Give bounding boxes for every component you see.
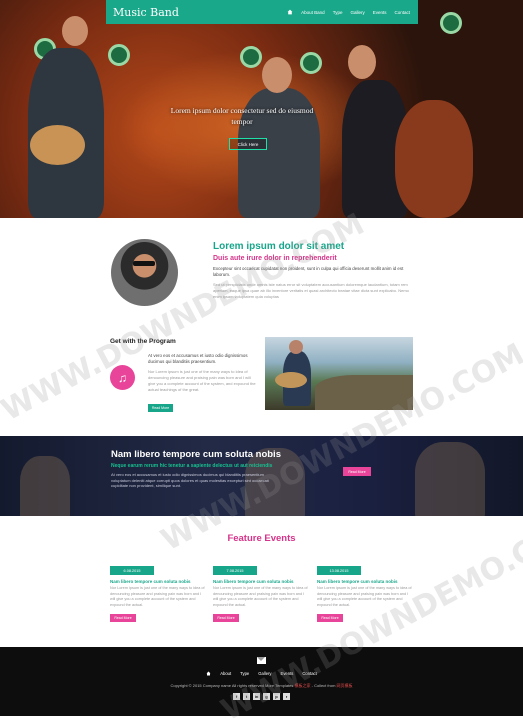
guitar [30, 125, 85, 165]
about-title: Lorem ipsum dolor sit amet [213, 241, 345, 252]
program-paragraph: At vero eos et accusamus et iusto odio d… [148, 353, 248, 364]
hero-banner: Music Band About Band Type Gallery Event… [0, 0, 523, 218]
event-date: 6.08.2015 [110, 566, 154, 575]
event-title[interactable]: Nam libero tempore cum soluta nobis [110, 579, 205, 584]
event-text: Nor Lorem ipsum is just one of the many … [213, 586, 308, 607]
google-plus-icon[interactable]: g [263, 693, 270, 700]
program-title: Get with the Program [110, 338, 176, 345]
event-read-more-button[interactable]: Read More [213, 614, 239, 622]
acoustic-guitar [275, 372, 307, 388]
music-note-icon: ♫ [110, 365, 135, 390]
rss-icon[interactable]: r [283, 693, 290, 700]
hero-click-button[interactable]: Click Here [229, 138, 267, 150]
home-icon[interactable] [206, 671, 211, 676]
event-card: 6.08.2015 Nam libero tempore cum soluta … [110, 566, 205, 622]
about-paragraph-secondary: Sed ut perspiciatis unde omnis iste natu… [213, 282, 409, 299]
band-figure [20, 456, 70, 516]
seated-guitarist-head [289, 340, 303, 354]
events-title: Feature Events [227, 533, 296, 544]
singer-head [262, 57, 292, 93]
band-figure [415, 442, 485, 516]
nav-links: About Band Type Gallery Events Contact [287, 9, 418, 15]
program-read-more-button[interactable]: Read More [148, 404, 173, 412]
sunglasses [133, 261, 155, 266]
mail-icon[interactable] [257, 657, 266, 664]
copyright-link[interactable]: 模板之家 [295, 683, 311, 688]
pinterest-icon[interactable]: p [273, 693, 280, 700]
twitter-icon[interactable]: t [243, 693, 250, 700]
copyright-text: Copyright © 2015 Company name All rights… [170, 683, 294, 688]
event-card: 7.08.2015 Nam libero tempore cum soluta … [213, 566, 308, 622]
stage-light [300, 52, 322, 74]
brand-logo[interactable]: Music Band [106, 6, 287, 19]
nav-link-contact[interactable]: Contact [394, 10, 410, 15]
footer-link-about[interactable]: About [220, 671, 231, 676]
event-date: 13.08.2015 [317, 566, 361, 575]
program-photo [265, 337, 413, 410]
home-icon[interactable] [287, 9, 293, 15]
nav-link-about[interactable]: About Band [301, 10, 325, 15]
linkedin-icon[interactable]: in [253, 693, 260, 700]
top-navigation: Music Band About Band Type Gallery Event… [106, 0, 418, 24]
band-subtitle: Neque earum rerum hic tenetur a sapiente… [111, 463, 273, 469]
band-member-avatar [111, 239, 178, 306]
double-bass [395, 100, 473, 218]
event-card: 13.08.2015 Nam libero tempore cum soluta… [317, 566, 412, 622]
copyright-link[interactable]: 网页模板 [337, 683, 353, 688]
stage-light [108, 44, 130, 66]
event-title[interactable]: Nam libero tempore cum soluta nobis [213, 579, 308, 584]
event-read-more-button[interactable]: Read More [110, 614, 136, 622]
band-paragraph: At vero eos et accusamus et iusto odio d… [111, 472, 269, 488]
band-read-more-button[interactable]: Read More [343, 467, 371, 476]
guitarist-head [62, 16, 88, 46]
social-icons: f t in g p r [0, 693, 523, 700]
stage-light [240, 46, 262, 68]
program-paragraph-secondary: Nor Lorem ipsum is just one of the many … [148, 369, 256, 392]
facebook-icon[interactable]: f [233, 693, 240, 700]
event-title[interactable]: Nam libero tempore cum soluta nobis [317, 579, 412, 584]
footer-link-events[interactable]: Events [281, 671, 294, 676]
bassist-head [348, 45, 376, 79]
event-text: Nor Lorem ipsum is just one of the many … [317, 586, 412, 607]
footer-link-gallery[interactable]: Gallery [258, 671, 271, 676]
band-title: Nam libero tempore cum soluta nobis [111, 449, 281, 460]
about-subtitle: Duis aute irure dolor in reprehenderit [213, 255, 337, 262]
nav-link-type[interactable]: Type [333, 10, 343, 15]
collect-text: - Collect from [310, 683, 337, 688]
stage-light [440, 12, 462, 34]
about-paragraph: Excepteur sint occaecat cupidatat non pr… [213, 266, 404, 277]
hero-caption: Lorem ipsum dolor consectetur sed do eiu… [170, 106, 314, 126]
nav-link-events[interactable]: Events [373, 10, 387, 15]
rock [315, 375, 413, 410]
copyright: Copyright © 2015 Company name All rights… [0, 683, 523, 689]
footer-navigation: About Type Gallery Events Contact [0, 671, 523, 676]
event-read-more-button[interactable]: Read More [317, 614, 343, 622]
footer-link-type[interactable]: Type [240, 671, 249, 676]
nav-link-gallery[interactable]: Gallery [350, 10, 364, 15]
event-date: 7.08.2015 [213, 566, 257, 575]
footer-link-contact[interactable]: Contact [302, 671, 316, 676]
event-text: Nor Lorem ipsum is just one of the many … [110, 586, 205, 607]
